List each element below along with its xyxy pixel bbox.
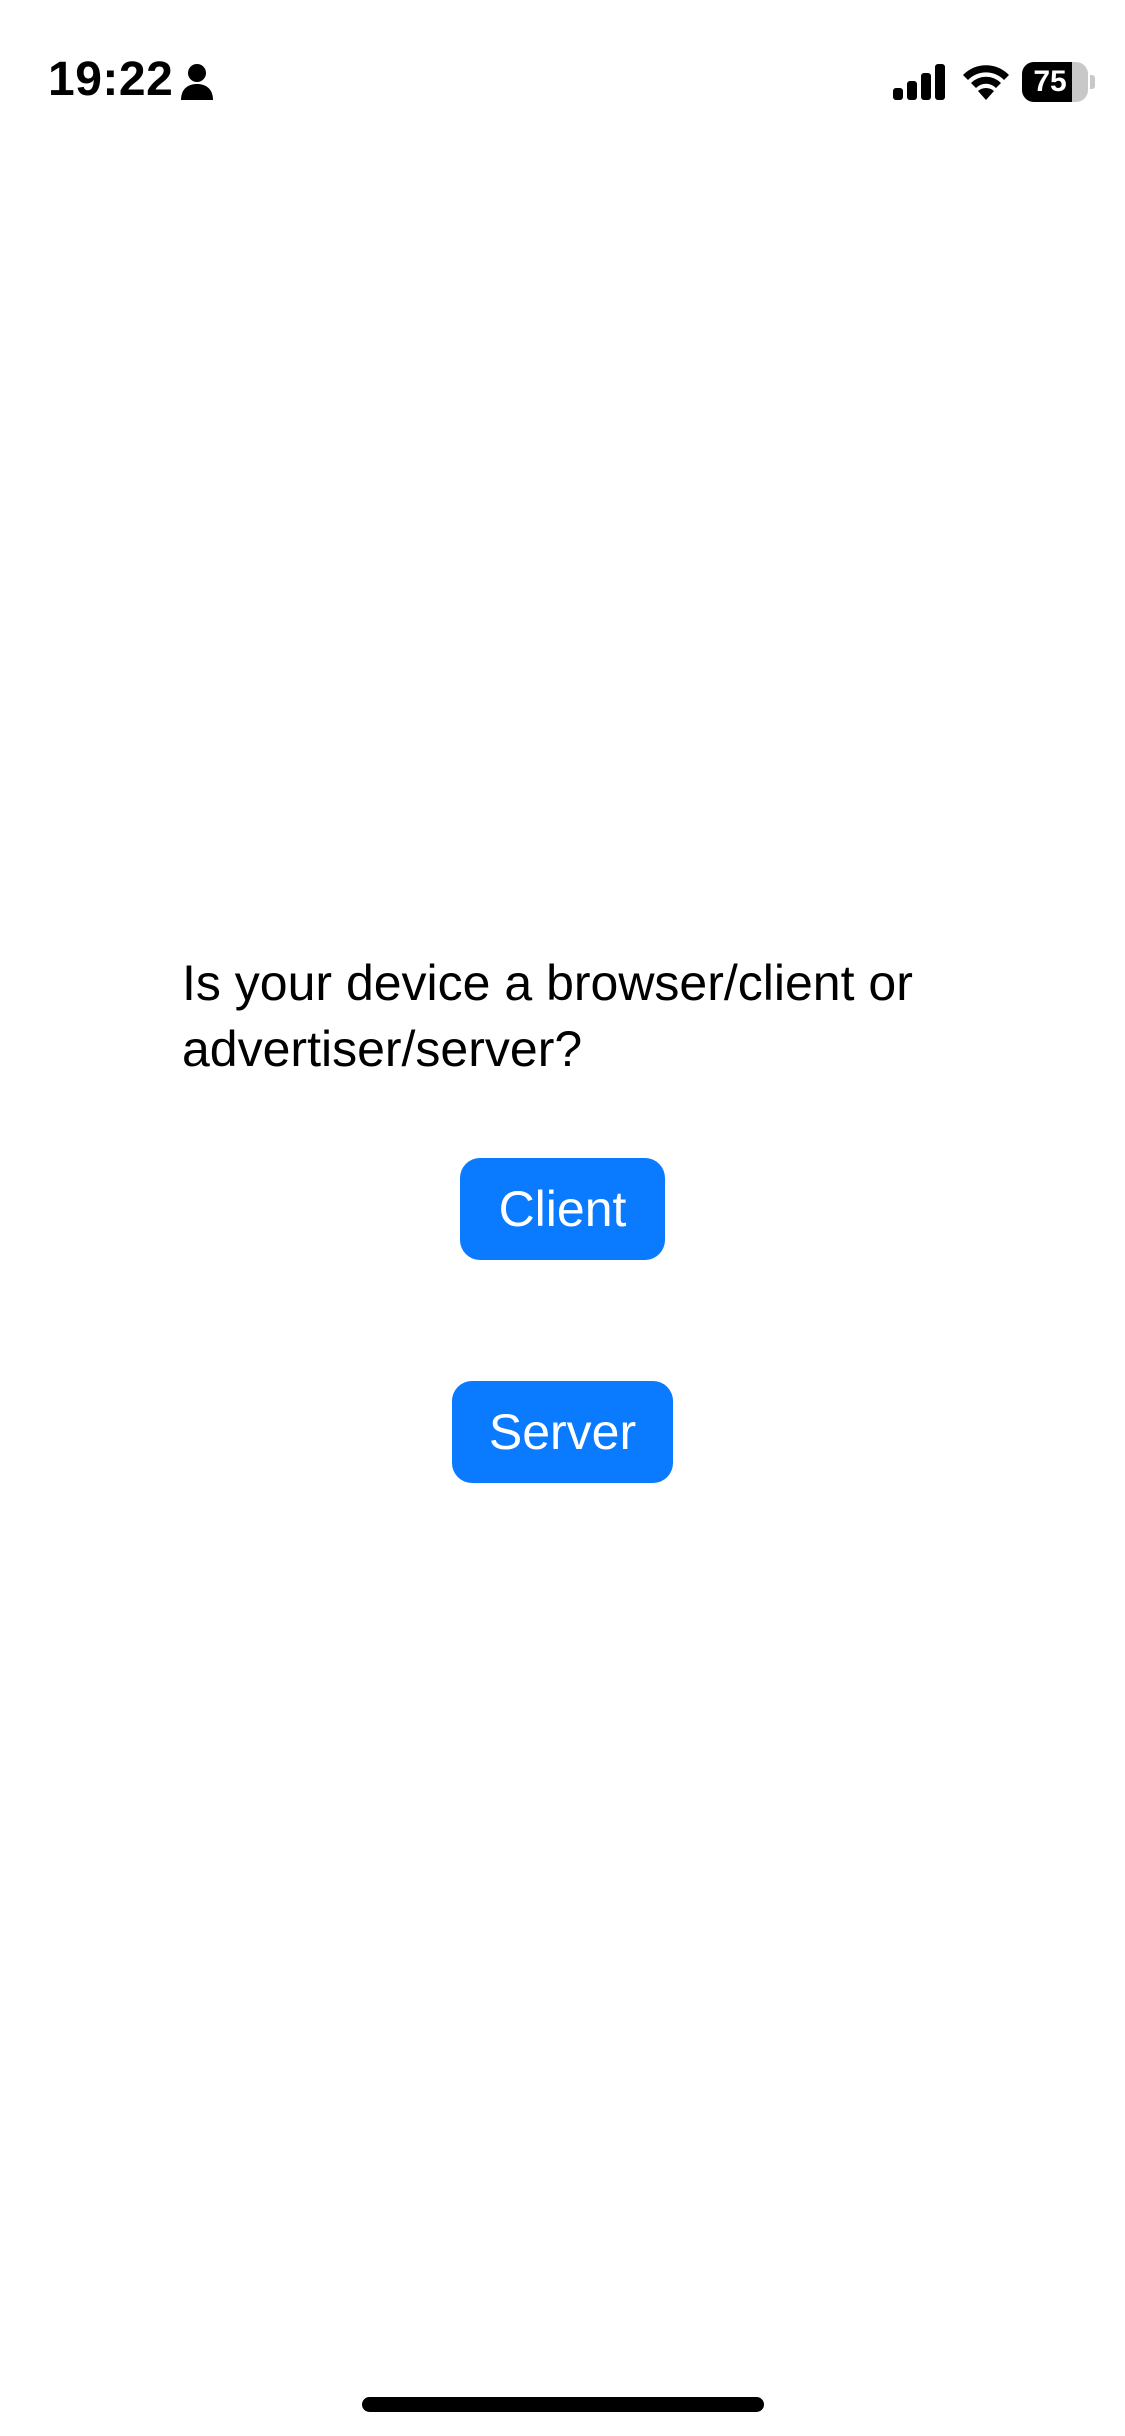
battery-cap (1090, 75, 1095, 89)
status-time: 19:22 (48, 53, 174, 106)
status-bar: 19:22 75 (0, 0, 1125, 150)
battery-body: 75 (1022, 62, 1088, 102)
client-button[interactable]: Client (460, 1158, 665, 1260)
device-role-question: Is your device a browser/client or adver… (182, 955, 913, 1077)
wifi-icon (963, 65, 1009, 100)
battery-icon: 75 (1022, 62, 1096, 102)
cellular-signal-icon (893, 64, 945, 100)
battery-percent: 75 (1033, 65, 1067, 98)
home-indicator[interactable] (362, 2397, 764, 2412)
person-icon (181, 64, 213, 100)
app-screen: 19:22 75 Is your device a browser/client… (0, 0, 1125, 2436)
server-button[interactable]: Server (452, 1381, 673, 1483)
